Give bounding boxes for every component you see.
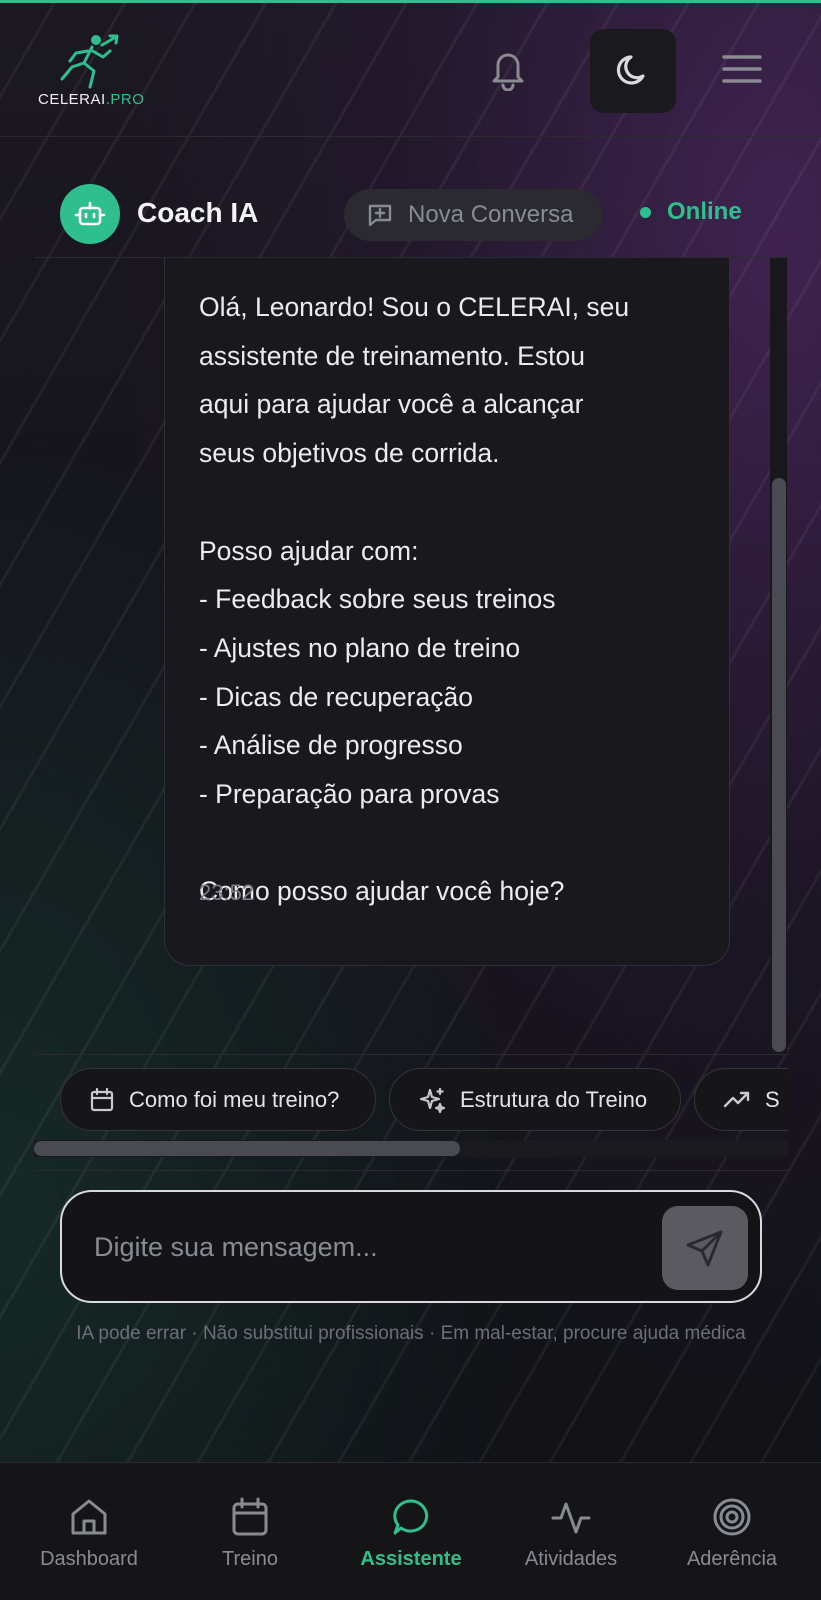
status-dot: [640, 206, 651, 218]
celerai-logo[interactable]: CELERAI.PRO: [38, 33, 145, 113]
chat-title: Coach IA: [137, 197, 259, 228]
ai-disclaimer: IA pode errar · Não substitui profission…: [76, 1323, 746, 1344]
message-list[interactable]: Olá, Leonardo! Sou o CELERAI, seu assist…: [34, 258, 788, 1054]
send-button[interactable]: [662, 1206, 748, 1290]
notifications-button[interactable]: [488, 47, 528, 92]
theme-toggle-button[interactable]: [590, 29, 676, 113]
runner-logo-icon: [60, 34, 119, 89]
nav-atividades[interactable]: Atividades: [510, 1463, 632, 1600]
message-input[interactable]: [94, 1222, 634, 1272]
message-composer: [60, 1190, 762, 1303]
divider: [34, 1170, 788, 1171]
suggestion-chip-label: Como foi meu treino?: [129, 1086, 340, 1112]
nav-label: Dashboard: [40, 1548, 138, 1570]
moon-icon: [616, 55, 645, 85]
nav-label: Atividades: [524, 1548, 618, 1570]
bot-avatar: [60, 184, 120, 244]
nav-label: Aderência: [686, 1548, 778, 1570]
sparkles-icon: [419, 1087, 446, 1113]
assistant-message-text: Olá, Leonardo! Sou o CELERAI, seu assist…: [199, 292, 630, 907]
calendar-icon: [90, 1087, 114, 1111]
message-plus-icon: [368, 204, 392, 227]
suggestion-chip-label: Estrutura do Treino: [460, 1086, 648, 1112]
suggestion-chip-treino[interactable]: Como foi meu treino?: [60, 1068, 376, 1131]
chat-bubble-icon: [390, 1495, 432, 1539]
robot-icon: [74, 201, 106, 226]
chips-scrollbar-thumb[interactable]: [34, 1141, 460, 1156]
chat-header: Coach IA Nova Conversa Online: [34, 138, 788, 258]
trending-up-icon: [723, 1091, 750, 1107]
message-timestamp: 23:52: [199, 880, 255, 905]
send-icon: [686, 1230, 723, 1267]
new-conversation-button[interactable]: Nova Conversa: [344, 189, 602, 241]
nav-dashboard[interactable]: Dashboard: [28, 1463, 150, 1600]
new-conversation-label: Nova Conversa: [408, 201, 574, 228]
nav-label: Treino: [222, 1548, 278, 1570]
logo-text: CELERAI.PRO: [38, 91, 145, 108]
nav-aderencia[interactable]: Aderência: [670, 1463, 794, 1600]
suggestion-chip-estrutura[interactable]: Estrutura do Treino: [389, 1068, 681, 1131]
assistant-message-bubble: Olá, Leonardo! Sou o CELERAI, seu assist…: [164, 258, 730, 966]
bell-icon: [492, 53, 524, 92]
menu-button[interactable]: [720, 51, 764, 87]
message-scrollbar-thumb[interactable]: [772, 478, 786, 1052]
suggestion-chip-progresso[interactable]: S: [694, 1068, 788, 1131]
bottom-navigation: Dashboard Treino Assistente Atividades A…: [0, 1462, 821, 1600]
hamburger-icon: [722, 55, 762, 83]
activity-icon: [550, 1495, 592, 1539]
nav-label: Assistente: [360, 1548, 462, 1570]
nav-assistente[interactable]: Assistente: [345, 1463, 477, 1600]
home-icon: [68, 1495, 110, 1539]
target-icon: [711, 1495, 753, 1539]
app-header: CELERAI.PRO: [0, 3, 821, 137]
status-label: Online: [667, 198, 742, 225]
nav-treino[interactable]: Treino: [190, 1463, 310, 1600]
status-indicator: Online: [640, 198, 742, 226]
suggestion-chip-label: S: [765, 1086, 780, 1112]
calendar-icon: [229, 1495, 271, 1539]
